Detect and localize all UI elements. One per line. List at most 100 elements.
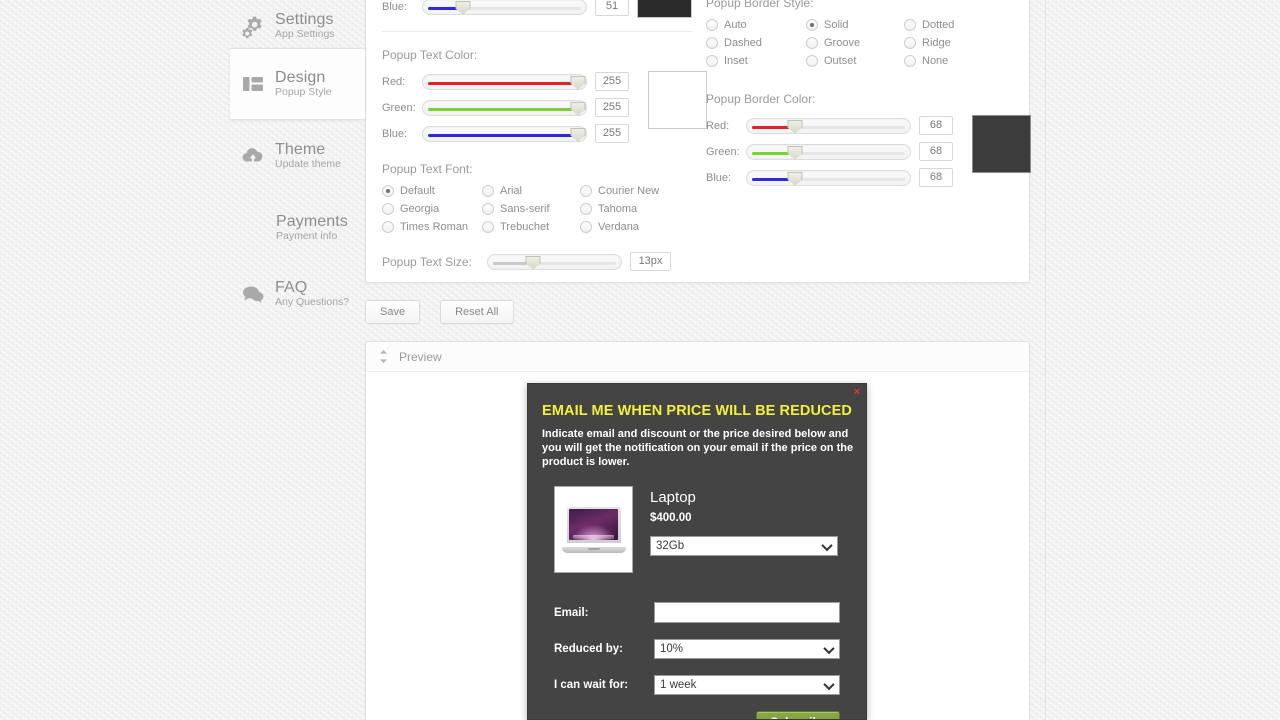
radio-icon[interactable] [904, 37, 916, 49]
text-color-blue-slider[interactable] [422, 125, 587, 142]
slider-thumb[interactable] [455, 0, 471, 15]
text-color-red-value[interactable]: 255 [595, 72, 629, 91]
font-option-georgia[interactable]: Georgia [382, 200, 482, 218]
sidebar-item-payments-title: Payments [276, 213, 348, 231]
laptop-icon [561, 506, 626, 553]
save-button[interactable]: Save [365, 300, 421, 324]
radio-icon[interactable] [580, 221, 592, 233]
slider-thumb[interactable] [570, 75, 586, 90]
email-input[interactable] [654, 602, 840, 624]
email-label: Email: [554, 606, 589, 619]
sidebar-item-design-subtitle: Popup Style [275, 86, 332, 99]
design-settings-panel: Blue: 51 Popup Text Color: Red: 255 Gree… [365, 0, 1031, 283]
popup-text-color-swatch [648, 71, 707, 129]
radio-icon[interactable] [482, 203, 494, 215]
popup-text-size-value[interactable]: 13px [630, 252, 671, 271]
sidebar-item-faq[interactable]: FAQ Any Questions? [230, 258, 355, 330]
popup-text-size-slider[interactable] [487, 253, 622, 270]
bg-color-blue-value[interactable]: 51 [595, 0, 629, 16]
radio-icon[interactable] [580, 203, 592, 215]
border-color-green-slider[interactable] [746, 143, 911, 160]
border-color-blue-slider[interactable] [746, 169, 911, 186]
reset-all-button[interactable]: Reset All [440, 300, 514, 324]
radio-icon[interactable] [904, 55, 916, 67]
font-option-courier-new[interactable]: Courier New [580, 182, 690, 200]
popup-description: Indicate email and discount or the price… [542, 428, 854, 468]
font-option-tahoma[interactable]: Tahoma [580, 200, 690, 218]
product-image [554, 486, 633, 574]
border-style-ridge[interactable]: Ridge [904, 34, 1014, 52]
radio-icon[interactable] [382, 221, 394, 233]
radio-label: Trebuchet [500, 221, 550, 233]
sidebar-item-payments[interactable]: Payments Payment info [230, 192, 355, 264]
slider-thumb[interactable] [570, 101, 586, 116]
text-color-blue-value[interactable]: 255 [595, 124, 629, 143]
radio-icon[interactable] [706, 37, 718, 49]
subscribe-button[interactable]: Subscribe [756, 711, 840, 719]
radio-icon[interactable] [482, 185, 494, 197]
border-style-solid[interactable]: Solid [806, 16, 904, 34]
radio-label: Dashed [724, 37, 762, 49]
wait-for-select[interactable]: 1 week [654, 675, 840, 696]
border-style-dotted[interactable]: Dotted [904, 16, 1014, 34]
subscribe-row: Subscribe [528, 711, 840, 719]
border-color-green-value[interactable]: 68 [919, 142, 953, 161]
preview-panel-title: Preview [399, 349, 442, 364]
preview-panel-header[interactable]: Preview [366, 342, 1029, 372]
radio-icon[interactable] [706, 55, 718, 67]
sidebar-item-design-text: Design Popup Style [275, 69, 332, 99]
text-color-green-value[interactable]: 255 [595, 98, 629, 117]
radio-icon[interactable] [580, 185, 592, 197]
popup-border-style-heading: Popup Border Style: [706, 0, 814, 10]
border-color-red-label: Red: [706, 119, 730, 132]
slider-thumb[interactable] [787, 145, 803, 160]
sidebar-item-design[interactable]: Design Popup Style [230, 48, 365, 120]
product-price: $400.00 [650, 512, 692, 525]
radio-icon[interactable] [806, 37, 818, 49]
email-field-row: Email: [554, 602, 866, 624]
font-option-default[interactable]: Default [382, 182, 482, 200]
slider-thumb[interactable] [787, 119, 803, 134]
radio-icon[interactable] [904, 19, 916, 31]
border-style-outset[interactable]: Outset [806, 52, 904, 70]
border-style-none[interactable]: None [904, 52, 1014, 70]
radio-icon[interactable] [806, 55, 818, 67]
sidebar-item-faq-subtitle: Any Questions? [275, 296, 350, 309]
reduced-by-label: Reduced by: [554, 643, 624, 656]
laptop-base [561, 546, 626, 553]
font-option-trebuchet[interactable]: Trebuchet [482, 218, 580, 236]
font-option-times-roman[interactable]: Times Roman [382, 218, 482, 236]
font-option-verdana[interactable]: Verdana [580, 218, 690, 236]
border-color-red-slider[interactable] [746, 117, 911, 134]
slider-fill [752, 151, 792, 155]
text-color-blue-label: Blue: [382, 127, 408, 140]
slider-thumb[interactable] [525, 255, 541, 270]
product-variant-select[interactable]: 32Gb [650, 536, 838, 557]
radio-icon[interactable] [806, 19, 818, 31]
slider-thumb[interactable] [570, 127, 586, 142]
wait-for-field-row: I can wait for: 1 week [554, 675, 866, 696]
radio-icon[interactable] [382, 203, 394, 215]
radio-icon[interactable] [482, 221, 494, 233]
collapse-toggle-icon[interactable] [378, 350, 389, 363]
sidebar-item-theme[interactable]: Theme Update theme [230, 120, 355, 192]
email-me-popup: × EMAIL ME WHEN PRICE WILL BE REDUCED In… [527, 383, 867, 720]
border-style-inset[interactable]: Inset [706, 52, 806, 70]
border-color-red-value[interactable]: 68 [919, 116, 953, 135]
bg-color-blue-slider[interactable] [422, 0, 587, 15]
font-option-arial[interactable]: Arial [482, 182, 580, 200]
radio-icon[interactable] [706, 19, 718, 31]
radio-icon[interactable] [382, 185, 394, 197]
close-icon[interactable]: × [854, 387, 860, 398]
text-color-red-slider[interactable] [422, 73, 587, 90]
border-style-auto[interactable]: Auto [706, 16, 806, 34]
border-style-dashed[interactable]: Dashed [706, 34, 806, 52]
slider-thumb[interactable] [787, 171, 803, 186]
border-style-groove[interactable]: Groove [806, 34, 904, 52]
text-color-green-slider[interactable] [422, 99, 587, 116]
reduced-by-select[interactable]: 10% [654, 639, 840, 660]
product-variant-wrap: 32Gb [650, 536, 838, 557]
font-option-sans-serif[interactable]: Sans-serif [482, 200, 580, 218]
radio-label: Inset [724, 55, 748, 67]
border-color-blue-value[interactable]: 68 [919, 168, 953, 187]
